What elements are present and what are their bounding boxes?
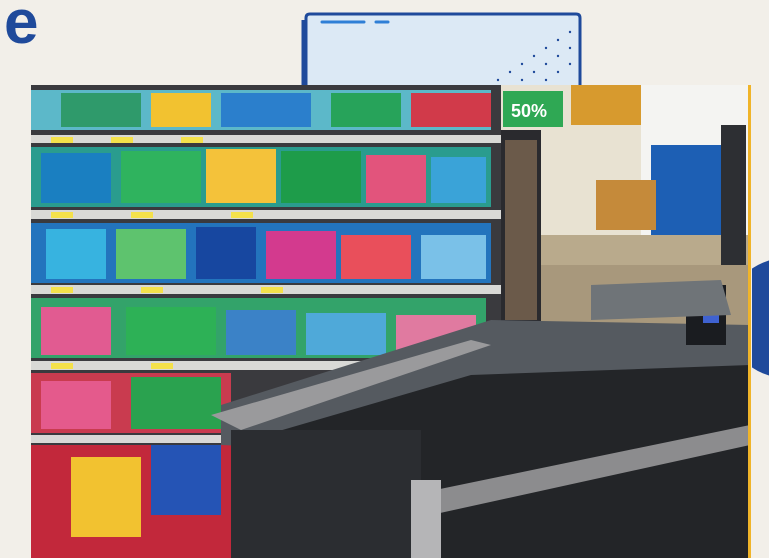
circle-decoration bbox=[752, 260, 769, 376]
checkout-lane-photo: 50% bbox=[31, 85, 750, 558]
heading-fragment: e bbox=[4, 0, 39, 57]
photo-accent-border bbox=[748, 85, 751, 558]
sale-sign-text: 50% bbox=[511, 101, 547, 121]
